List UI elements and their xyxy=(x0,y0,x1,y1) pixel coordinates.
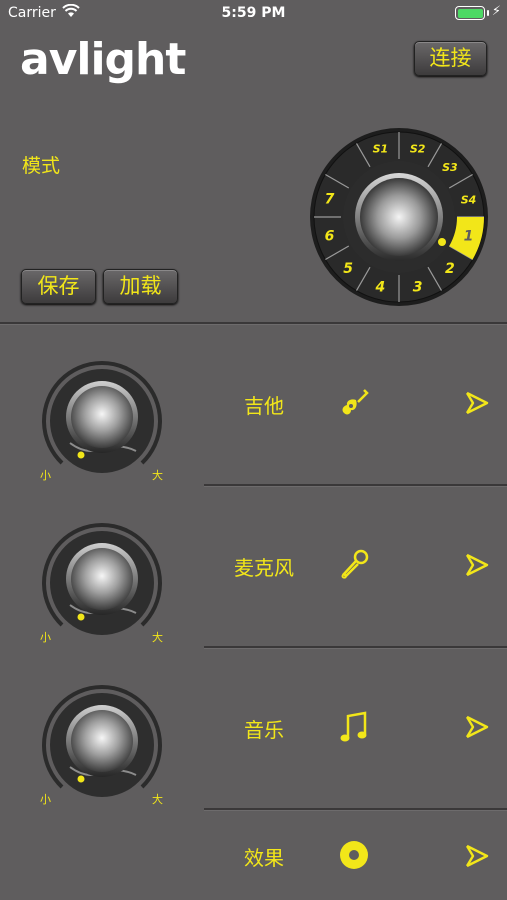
dial-label-7: 7 xyxy=(325,191,335,207)
music-note-icon xyxy=(338,710,370,750)
knob-max-label: 大 xyxy=(152,793,163,806)
clock: 5:59 PM xyxy=(221,5,286,21)
row-divider xyxy=(204,646,507,648)
effect-disc-icon xyxy=(338,839,370,875)
channel-label: 效果 xyxy=(244,846,284,870)
volume-knob[interactable] xyxy=(40,521,164,645)
knob-min-label: 小 xyxy=(40,631,51,644)
mode-selector-dial[interactable]: S1 S2S3S41234567 xyxy=(308,126,490,308)
dial-label-2: 2 xyxy=(445,261,455,277)
avlight-logo: avlight xyxy=(20,34,187,84)
channel-label: 吉他 xyxy=(244,394,284,418)
dial-label-s4: S4 xyxy=(461,193,477,206)
knob-max-label: 大 xyxy=(152,469,163,482)
row-divider xyxy=(204,484,507,486)
load-button[interactable]: 加载 xyxy=(103,269,178,304)
play-arrow-icon[interactable] xyxy=(464,552,490,582)
knob-min-label: 小 xyxy=(40,469,51,482)
battery-icon xyxy=(455,6,485,20)
save-button[interactable]: 保存 xyxy=(21,269,96,304)
dial-label-s2: S2 xyxy=(410,142,426,155)
volume-knob[interactable] xyxy=(40,359,164,483)
guitar-icon xyxy=(338,386,370,422)
battery-cap xyxy=(487,10,489,16)
volume-knob[interactable] xyxy=(40,683,164,807)
dial-label-6: 6 xyxy=(325,229,335,245)
mode-label: 模式 xyxy=(22,155,61,177)
svg-text:avlight: avlight xyxy=(20,34,186,84)
section-divider xyxy=(0,322,507,324)
play-arrow-icon[interactable] xyxy=(464,714,490,744)
play-arrow-icon[interactable] xyxy=(464,390,490,420)
dial-label-s1: S1 xyxy=(373,142,389,155)
charging-icon: ⚡ xyxy=(491,4,501,19)
microphone-icon xyxy=(338,548,370,584)
dial-label-1: 1 xyxy=(464,229,474,245)
knob-min-label: 小 xyxy=(40,793,51,806)
row-divider xyxy=(204,808,507,810)
channel-label: 麦克风 xyxy=(234,556,294,580)
knob-max-label: 大 xyxy=(152,631,163,644)
dial-label-4: 4 xyxy=(374,280,385,296)
dial-label-s3: S3 xyxy=(442,161,458,174)
dial-label-3: 3 xyxy=(413,280,423,296)
dial-label-5: 5 xyxy=(343,261,353,277)
play-arrow-icon[interactable] xyxy=(464,843,490,873)
dial-indicator-dot xyxy=(438,238,446,246)
channel-label: 音乐 xyxy=(244,718,284,742)
connect-button[interactable]: 连接 xyxy=(414,41,487,76)
status-bar: Carrier 5:59 PM ⚡ xyxy=(0,0,507,28)
